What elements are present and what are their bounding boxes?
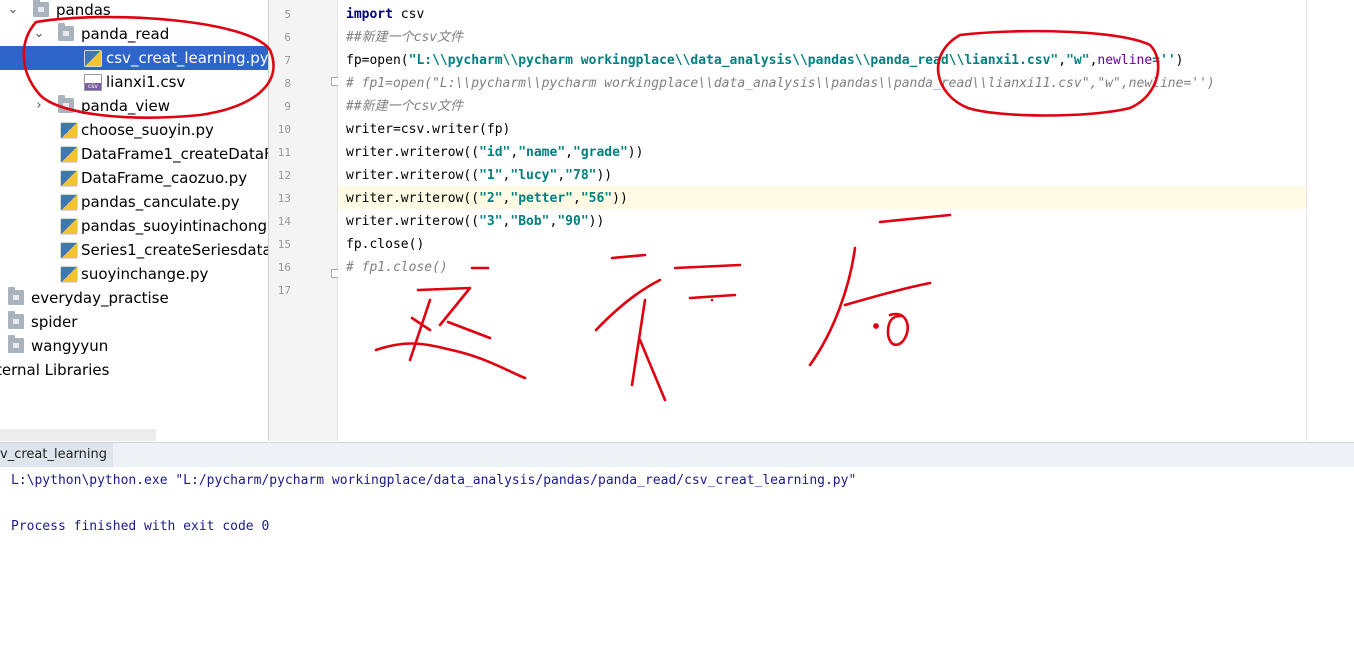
csv-file-icon: csv (84, 74, 102, 91)
code-editor[interactable]: import csv ##新建一个csv文件 fp=open("L:\\pychar… (338, 0, 1354, 441)
tree-item[interactable]: › panda_view (0, 94, 268, 118)
python-file-icon (60, 242, 78, 259)
run-tab[interactable]: v_creat_learning (0, 443, 113, 467)
code-line[interactable]: writer.writerow(("3","Bob","90")) (346, 210, 604, 233)
tree-item[interactable]: csv lianxi1.csv (0, 70, 268, 94)
tree-item-label: DataFrame_caozuo.py (81, 169, 248, 187)
chevron-down-icon[interactable]: ⌄ (6, 0, 20, 22)
tree-item-label: wangyyun (31, 337, 109, 355)
project-tree: ⌄ pandas ⌄ panda_read csv_creat_learning.py c… (0, 0, 268, 441)
tree-item-label: pandas_suoyintinachong.p (81, 217, 268, 235)
line-number: 8 (284, 77, 291, 90)
output-line: L:\python\python.exe "L:/pycharm/pycharm… (11, 473, 857, 488)
code-line[interactable]: fp=open("L:\\pycharm\\pycharm workingpla… (346, 49, 1184, 72)
tree-horizontal-scrollbar[interactable] (0, 429, 156, 441)
tree-item[interactable]: choose_suoyin.py (0, 118, 268, 142)
code-line[interactable]: writer.writerow(("id","name","grade")) (346, 141, 643, 164)
code-line[interactable]: writer.writerow(("2","petter","56")) (346, 187, 628, 210)
tree-item[interactable]: spider (0, 310, 268, 334)
tree-item[interactable]: ⌄ panda_read (0, 22, 268, 46)
line-number: 13 (277, 192, 291, 205)
tree-item[interactable]: everyday_practise (0, 286, 268, 310)
line-number: 9 (284, 100, 291, 113)
tree-item-label: panda_read (81, 25, 170, 43)
python-file-icon (60, 170, 78, 187)
tree-item[interactable]: DataFrame1_createDataFr (0, 142, 268, 166)
tree-item-label: csv_creat_learning.py (106, 49, 268, 67)
python-file-icon (60, 146, 78, 163)
line-number: 5 (284, 8, 291, 21)
tree-item-label: choose_suoyin.py (81, 121, 214, 139)
python-file-icon (60, 218, 78, 235)
python-file-icon (84, 50, 102, 67)
folder-icon (8, 311, 24, 329)
code-line[interactable]: writer.writerow(("1","lucy","78")) (346, 164, 612, 187)
tree-item[interactable]: wangyyun (0, 334, 268, 358)
folder-icon (8, 335, 24, 353)
folder-icon (8, 287, 24, 305)
run-panel-header: v_creat_learning (0, 442, 1354, 468)
code-line[interactable]: fp.close() (346, 233, 424, 256)
tree-item-label: pandas (56, 1, 111, 19)
code-line[interactable]: import csv (346, 3, 424, 26)
tree-item-label: spider (31, 313, 78, 331)
run-output: L:\python\python.exe "L:/pycharm/pycharm… (0, 467, 1354, 649)
output-line: Process finished with exit code 0 (11, 519, 270, 534)
folder-icon (58, 95, 74, 113)
tree-item-label: suoyinchange.py (81, 265, 209, 283)
tree-item[interactable]: ternal Libraries (0, 358, 268, 382)
tree-item-label: pandas_canculate.py (81, 193, 240, 211)
editor-right-stripe (1306, 0, 1354, 441)
chevron-down-icon[interactable]: ⌄ (32, 22, 46, 46)
tree-item[interactable]: DataFrame_caozuo.py (0, 166, 268, 190)
tree-item-label: Series1_createSeriesdata. (81, 241, 268, 259)
tree-item-label: everyday_practise (31, 289, 169, 307)
tree-item[interactable]: suoyinchange.py (0, 262, 268, 286)
tree-item[interactable]: Series1_createSeriesdata. (0, 238, 268, 262)
python-file-icon (60, 266, 78, 283)
code-line[interactable]: ##新建一个csv文件 (346, 26, 463, 49)
line-number: 11 (277, 146, 291, 159)
tree-item-label: panda_view (81, 97, 170, 115)
code-line[interactable]: ##新建一个csv文件 (346, 95, 463, 118)
code-line[interactable]: writer=csv.writer(fp) (346, 118, 510, 141)
code-line[interactable]: # fp1.close() (346, 256, 448, 279)
line-number: 15 (277, 238, 291, 251)
tree-item-label: ternal Libraries (0, 361, 110, 379)
tree-item[interactable]: ⌄ pandas (0, 0, 268, 22)
tree-item[interactable]: pandas_suoyintinachong.p (0, 214, 268, 238)
line-number: 12 (277, 169, 291, 182)
tree-item[interactable]: csv_creat_learning.py (0, 46, 268, 70)
line-number: 17 (277, 284, 291, 297)
tree-item[interactable]: pandas_canculate.py (0, 190, 268, 214)
editor-gutter: 5 6 7 8 9 10 11 12 13 14 15 16 17 (269, 0, 340, 441)
line-number: 16 (277, 261, 291, 274)
folder-icon (58, 23, 74, 41)
folder-icon (33, 0, 49, 17)
tree-item-label: DataFrame1_createDataFr (81, 145, 268, 163)
line-number: 7 (284, 54, 291, 67)
code-line[interactable]: # fp1=open("L:\\pycharm\\pycharm working… (346, 72, 1215, 95)
line-number: 6 (284, 31, 291, 44)
line-number: 14 (277, 215, 291, 228)
line-number: 10 (277, 123, 291, 136)
python-file-icon (60, 194, 78, 211)
tree-item-label: lianxi1.csv (106, 73, 186, 91)
chevron-right-icon[interactable]: › (32, 94, 46, 118)
python-file-icon (60, 122, 78, 139)
